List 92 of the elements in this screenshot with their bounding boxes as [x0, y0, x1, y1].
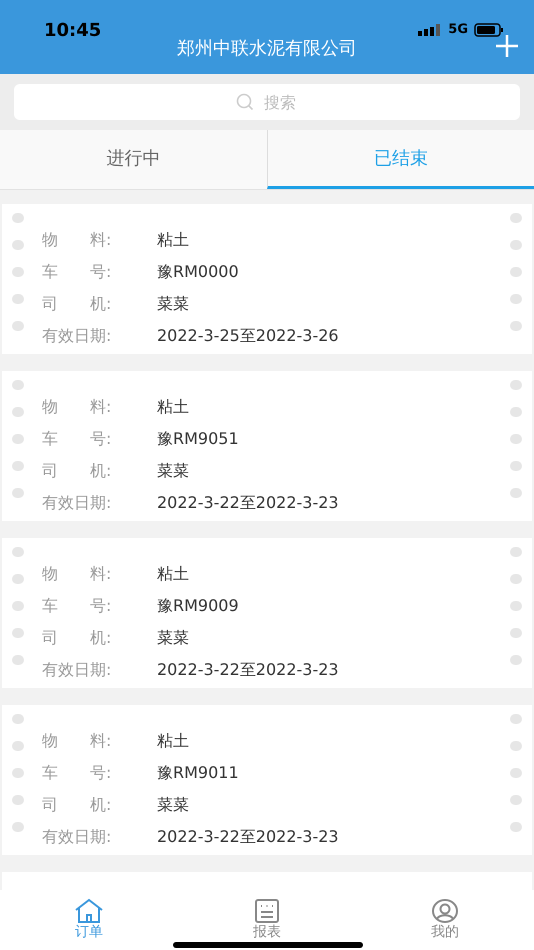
field-value: 2022-3-22至2022-3-23: [157, 659, 339, 681]
perforation-hole: [12, 714, 24, 724]
perforation-hole: [12, 601, 24, 611]
field-value: 菜菜: [157, 460, 189, 482]
perforation-hole: [510, 213, 522, 223]
add-button[interactable]: [495, 34, 519, 58]
perforation-hole: [12, 407, 24, 417]
perforation-hole: [510, 321, 522, 331]
order-card[interactable]: 物 料: 粘土 车 号: 豫RM9051 司 机: 菜菜 有效日期: 2022-3-22至2022-3-23: [2, 371, 532, 521]
nav-tab[interactable]: 我的: [356, 890, 534, 950]
perforation-hole: [12, 628, 24, 638]
home-icon: [74, 898, 104, 924]
field-value: 豫RM0000: [157, 261, 239, 283]
field-label: 司 机:: [42, 627, 112, 649]
field-value: 粘土: [157, 229, 189, 251]
nav-tab[interactable]: 报表: [178, 890, 356, 950]
perforation-hole: [510, 407, 522, 417]
perforation-hole: [12, 795, 24, 805]
profile-icon: [430, 898, 460, 924]
field-label: 司 机:: [42, 293, 112, 315]
perforation-hole: [12, 213, 24, 223]
battery-icon: [474, 22, 504, 37]
perforation-hole: [12, 574, 24, 584]
perforation-hole: [510, 461, 522, 471]
field-label: 有效日期:: [42, 492, 112, 514]
search-field[interactable]: 搜索: [14, 84, 520, 120]
field-value: 豫RM9011: [157, 762, 239, 784]
perforation-hole: [12, 655, 24, 665]
perforation-hole: [510, 628, 522, 638]
field-label: 车 号:: [42, 762, 112, 784]
field-value: 豫RM9051: [157, 428, 239, 450]
perforation-hole: [510, 294, 522, 304]
field-value: 2022-3-22至2022-3-23: [157, 826, 339, 848]
perforation-hole: [12, 267, 24, 277]
perforation-hole: [12, 768, 24, 778]
field-label: 物 料:: [42, 229, 112, 251]
field-label: 车 号:: [42, 595, 112, 617]
clock: 10:45: [44, 19, 102, 43]
search-icon: [236, 93, 254, 111]
order-card[interactable]: 物 料: 粘土 车 号: 豫RM0000 司 机: 菜菜 有效日期: 2022-3-25至2022-3-26: [2, 204, 532, 354]
tab[interactable]: 已结束: [266, 130, 534, 189]
perforation-hole: [12, 321, 24, 331]
perforation-hole: [510, 714, 522, 724]
field-value: 粘土: [157, 396, 189, 418]
field-value: 粘土: [157, 563, 189, 585]
field-label: 物 料:: [42, 396, 112, 418]
field-value: 豫RM9009: [157, 595, 239, 617]
field-label: 车 号:: [42, 428, 112, 450]
field-value: 2022-3-22至2022-3-23: [157, 492, 339, 514]
field-label: 车 号:: [42, 261, 112, 283]
perforation-hole: [510, 434, 522, 444]
perforation-hole: [510, 741, 522, 751]
perforation-hole: [510, 768, 522, 778]
perforation-hole: [12, 380, 24, 390]
field-value: 菜菜: [157, 293, 189, 315]
perforation-hole: [510, 655, 522, 665]
order-card[interactable]: 物 料: 粘土 车 号: 豫RM9011 司 机: 菜菜 有效日期: 2022-3-22至2022-3-23: [2, 705, 532, 855]
field-label: 有效日期:: [42, 325, 112, 347]
nav-tab[interactable]: 订单: [0, 890, 178, 950]
report-icon: [252, 898, 282, 924]
field-value: 菜菜: [157, 794, 189, 816]
perforation-hole: [510, 240, 522, 250]
perforation-hole: [510, 267, 522, 277]
perforation-hole: [12, 488, 24, 498]
perforation-hole: [12, 240, 24, 250]
perforation-hole: [12, 741, 24, 751]
network-label: 5G: [448, 21, 468, 39]
perforation-hole: [510, 822, 522, 832]
field-label: 物 料:: [42, 730, 112, 752]
order-card[interactable]: 物 料: 粘土 车 号: 豫RM9009 司 机: 菜菜 有效日期: 2022-3-22至2022-3-23: [2, 538, 532, 688]
signal-icon: [418, 24, 442, 36]
perforation-hole: [510, 488, 522, 498]
field-label: 司 机:: [42, 794, 112, 816]
perforation-hole: [12, 547, 24, 557]
tab[interactable]: 进行中: [0, 130, 266, 189]
perforation-hole: [510, 795, 522, 805]
field-value: 菜菜: [157, 627, 189, 649]
header-title: 郑州中联水泥有限公司: [176, 37, 358, 61]
perforation-hole: [12, 434, 24, 444]
field-value: 粘土: [157, 730, 189, 752]
perforation-hole: [12, 822, 24, 832]
perforation-hole: [510, 380, 522, 390]
field-label: 有效日期:: [42, 659, 112, 681]
field-label: 物 料:: [42, 563, 112, 585]
perforation-hole: [510, 547, 522, 557]
perforation-hole: [12, 461, 24, 471]
field-label: 司 机:: [42, 460, 112, 482]
perforation-hole: [510, 601, 522, 611]
perforation-hole: [12, 294, 24, 304]
perforation-hole: [510, 574, 522, 584]
field-label: 有效日期:: [42, 826, 112, 848]
field-value: 2022-3-25至2022-3-26: [157, 325, 339, 347]
